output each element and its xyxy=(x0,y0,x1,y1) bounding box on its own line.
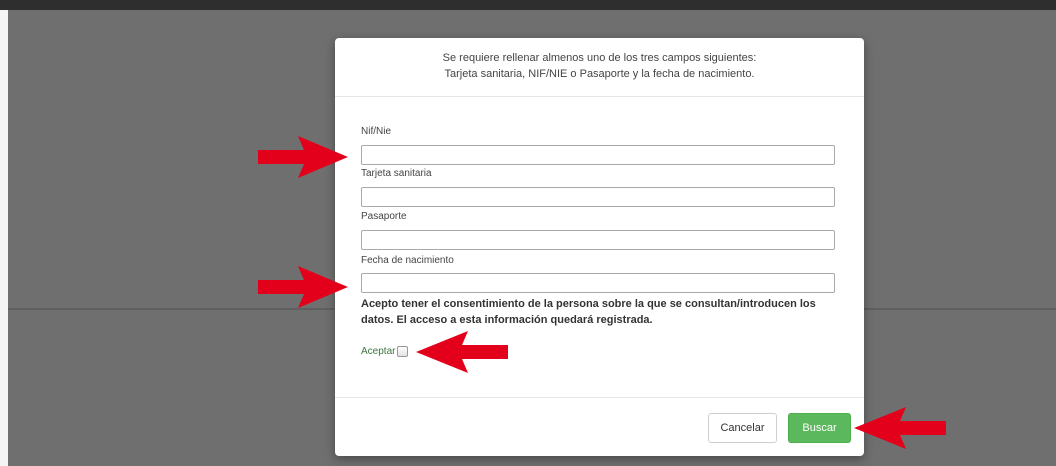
nif-label: Nif/Nie xyxy=(361,126,392,137)
header-instruction-line-1: Se requiere rellenar almenos uno de los … xyxy=(442,52,757,64)
pasaporte-input[interactable] xyxy=(361,230,835,250)
search-modal: Se requiere rellenar almenos uno de los … xyxy=(335,38,864,456)
fecha-nacimiento-input[interactable] xyxy=(361,273,835,293)
pasaporte-label: Pasaporte xyxy=(361,211,407,222)
search-button[interactable]: Buscar xyxy=(788,413,851,443)
nif-input[interactable] xyxy=(361,145,835,165)
modal-header: Se requiere rellenar almenos uno de los … xyxy=(335,38,864,97)
modal-footer: Cancelar Buscar xyxy=(335,397,864,457)
cancel-button[interactable]: Cancelar xyxy=(708,413,777,443)
accept-row: Aceptar xyxy=(361,344,409,358)
tarjeta-label: Tarjeta sanitaria xyxy=(361,168,432,179)
fecha-nacimiento-label: Fecha de nacimiento xyxy=(361,255,454,266)
red-arrow-icon xyxy=(258,266,348,308)
red-arrow-icon xyxy=(854,407,946,449)
accept-checkbox[interactable] xyxy=(397,345,409,357)
red-arrow-icon xyxy=(258,136,348,178)
top-bar xyxy=(0,0,1056,10)
consent-text: Acepto tener el consentimiento de la per… xyxy=(361,298,816,326)
tarjeta-sanitaria-input[interactable] xyxy=(361,187,835,207)
accept-label: Aceptar xyxy=(361,345,396,357)
header-instruction-line-2: Tarjeta sanitaria, NIF/NIE o Pasaporte y… xyxy=(444,68,755,80)
red-arrow-icon xyxy=(416,331,508,373)
